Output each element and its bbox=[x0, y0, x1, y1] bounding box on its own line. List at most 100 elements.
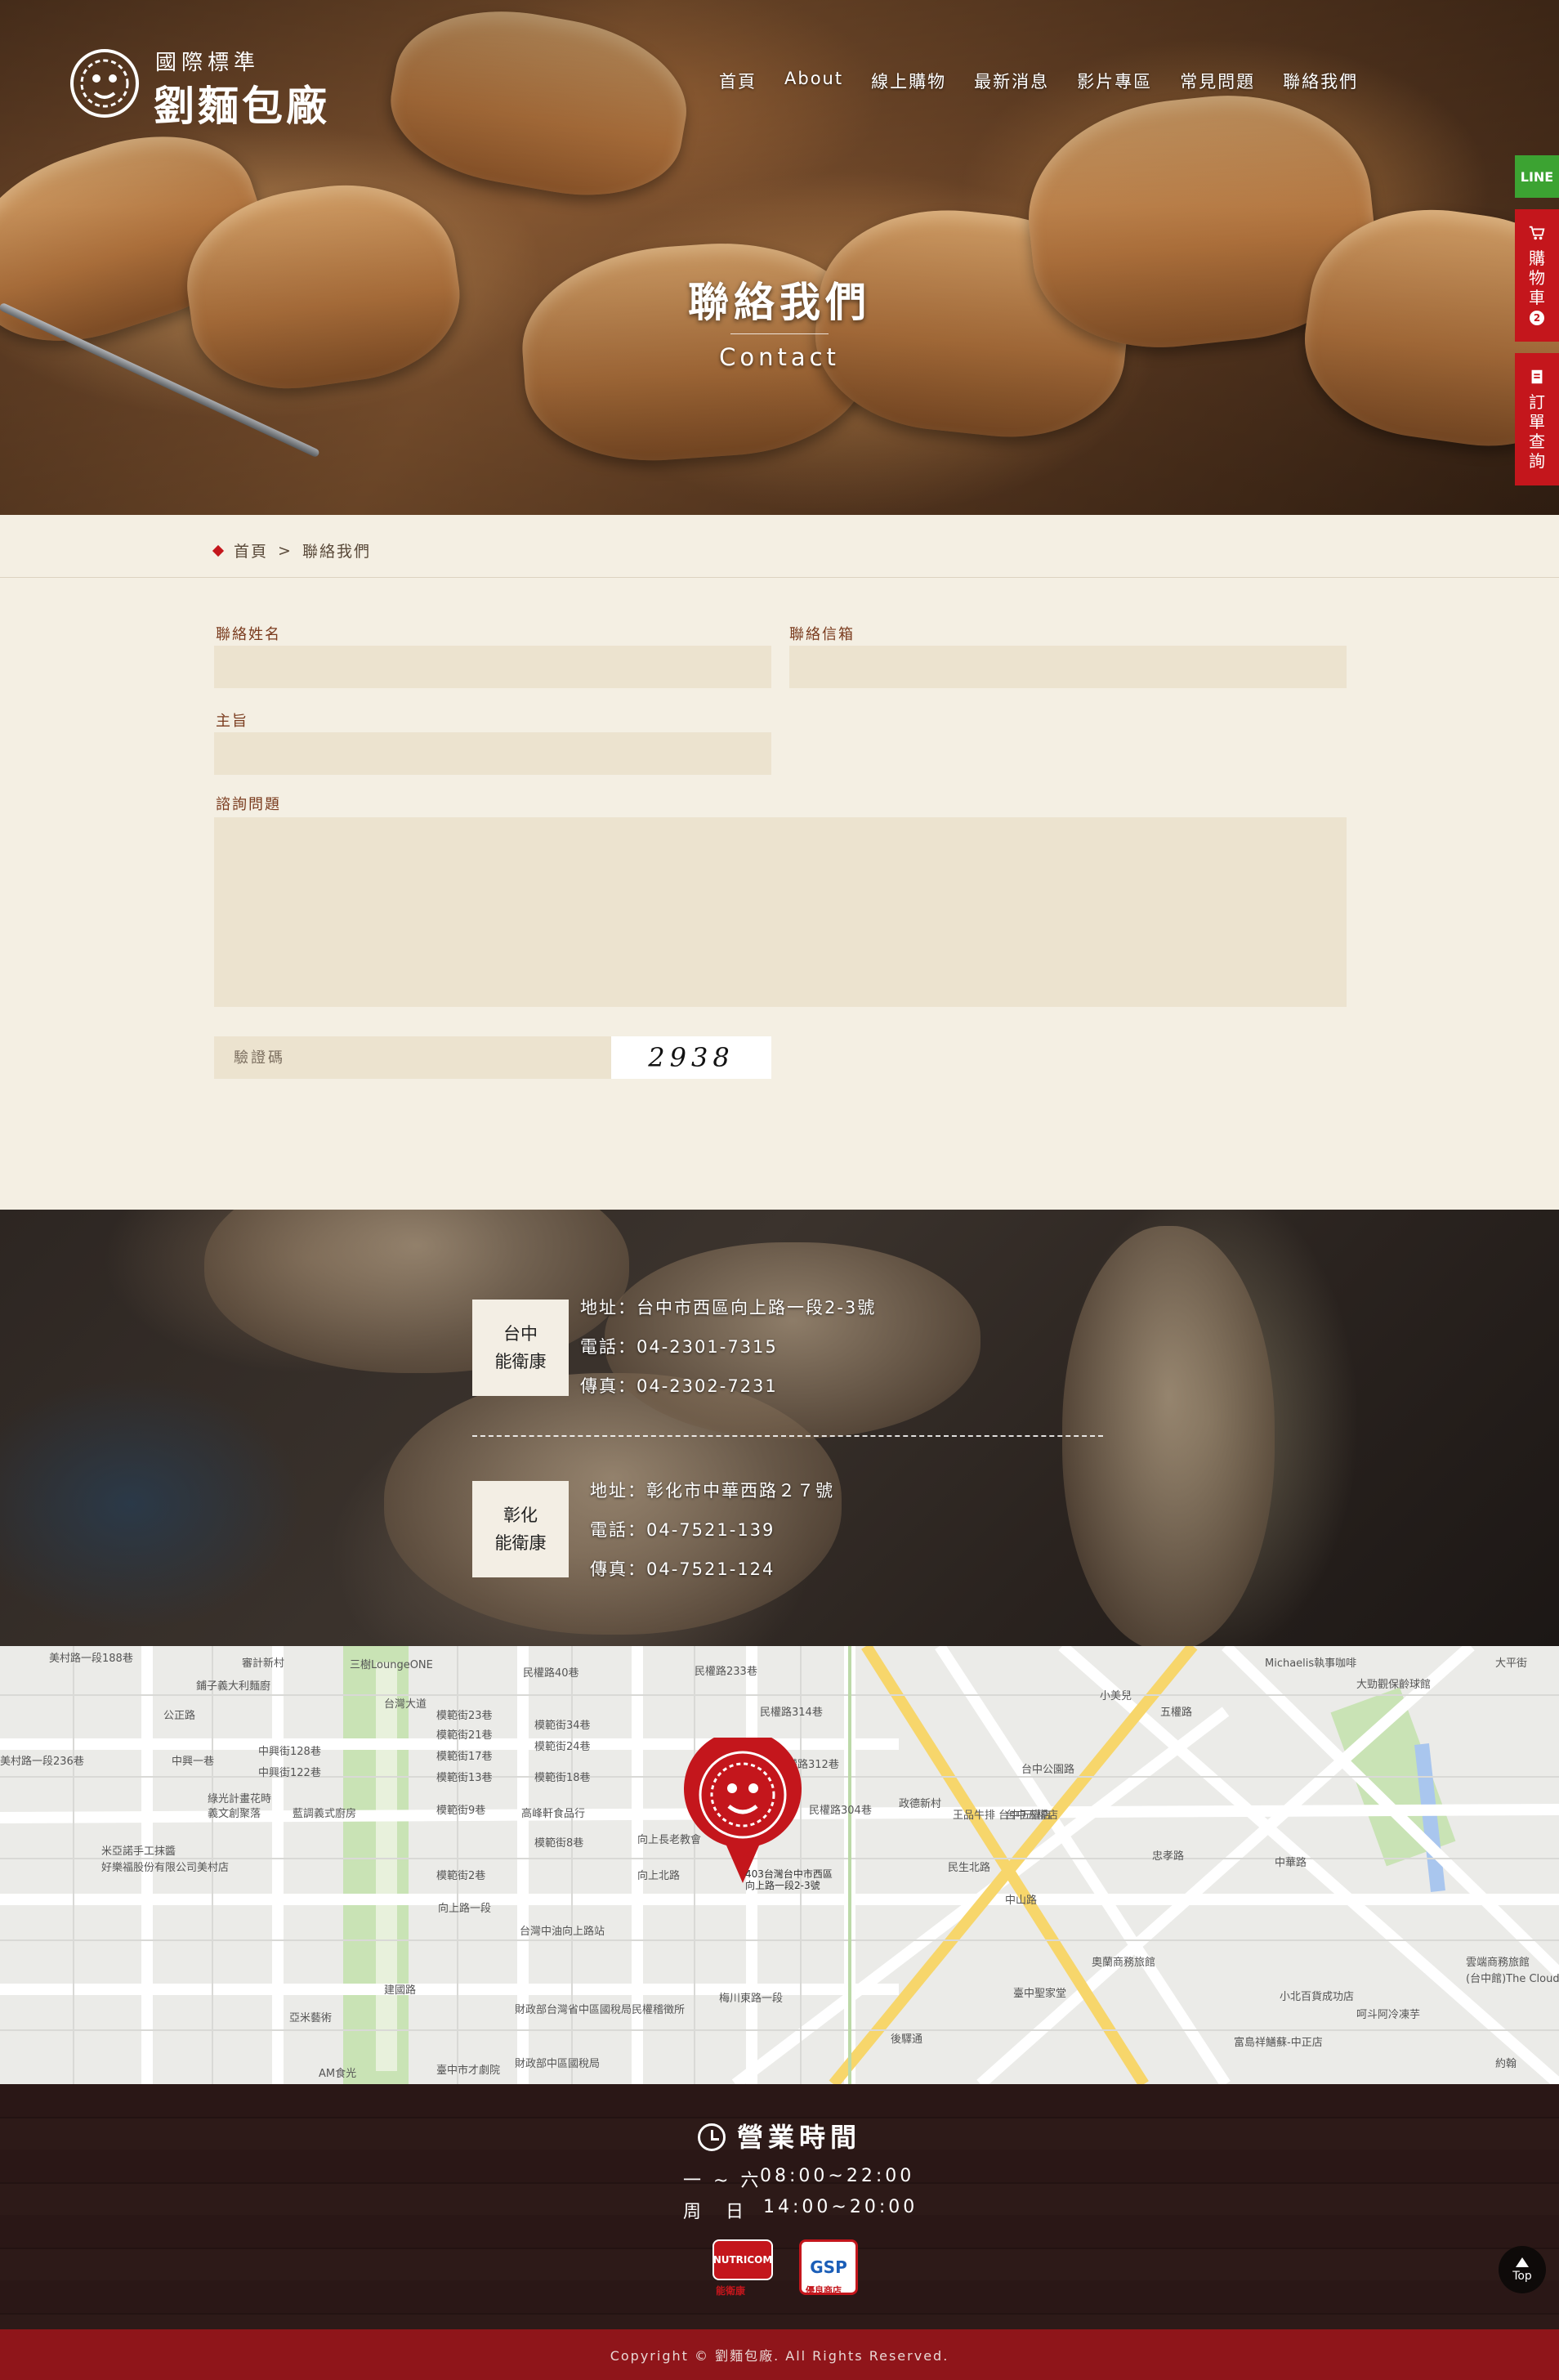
map-label: 鋪子義大利麵廚 bbox=[196, 1680, 271, 1693]
branch-changhua-phone: 電話：04-7521-139 bbox=[590, 1520, 775, 1540]
map-label: 公正路 bbox=[163, 1710, 196, 1722]
map-label: 美村路一段188巷 bbox=[49, 1653, 133, 1665]
nav-item-shop[interactable]: 線上購物 bbox=[871, 69, 946, 93]
map-label: 大勁觀保齡球館 bbox=[1356, 1679, 1432, 1691]
branch-taichung-phone: 電話：04-2301-7315 bbox=[580, 1337, 778, 1357]
breadcrumb-current: 聯絡我們 bbox=[302, 543, 371, 561]
subject-label: 主旨 bbox=[216, 713, 248, 730]
map-label: 台灣中油向上路站 bbox=[520, 1926, 605, 1938]
branch-taichung-fax: 傳真：04-2302-7231 bbox=[580, 1376, 778, 1396]
email-field[interactable] bbox=[789, 646, 1347, 688]
map-label: 台灣大道 bbox=[384, 1698, 427, 1711]
name-label: 聯絡姓名 bbox=[216, 626, 281, 643]
map-label: 模範街34巷 bbox=[534, 1720, 591, 1732]
map-label: AM食光 bbox=[319, 2068, 357, 2080]
map-label: 亞米藝術 bbox=[289, 2012, 333, 2024]
map-label: 民權路304巷 bbox=[809, 1805, 872, 1817]
nav-item-faq[interactable]: 常見問題 bbox=[1180, 69, 1255, 93]
nav-item-home[interactable]: 首頁 bbox=[719, 69, 757, 93]
back-to-top-label: Top bbox=[1512, 2269, 1532, 2283]
map-label: 美村路一段236巷 bbox=[0, 1756, 84, 1768]
copyright-text: Copyright © 劉麵包廠. All Rights Reserved. bbox=[610, 2348, 949, 2364]
document-icon bbox=[1531, 369, 1543, 384]
map-label: 義文創聚落 bbox=[208, 1808, 261, 1820]
map-label: 模範街13巷 bbox=[436, 1772, 493, 1784]
branch-changhua-fax: 傳真：04-7521-124 bbox=[590, 1559, 775, 1579]
logo[interactable]: 國際標準 劉麵包廠 bbox=[64, 42, 374, 130]
back-to-top-button[interactable]: Top bbox=[1499, 2246, 1546, 2293]
branch-divider bbox=[472, 1435, 1103, 1437]
clock-icon bbox=[697, 2123, 726, 2151]
map-label: 向上路一段 bbox=[438, 1903, 492, 1915]
arrow-up-icon bbox=[1516, 2257, 1529, 2267]
map-label: 後驛通 bbox=[891, 2033, 923, 2046]
map-label: 三樹LoungeONE bbox=[350, 1659, 433, 1671]
page-title: 聯絡我們 bbox=[688, 278, 871, 326]
map-label: (台中館)The Cloud bbox=[1466, 1973, 1559, 1985]
map-label: 呵斗阿冷凍芋 bbox=[1356, 2009, 1421, 2021]
branch-taichung-store: 能衛康 bbox=[494, 1352, 547, 1371]
map-label: 臺中市才劇院 bbox=[436, 2065, 501, 2077]
lion-emblem-icon bbox=[70, 49, 139, 118]
subject-field[interactable] bbox=[214, 732, 771, 775]
map-label: 雲端商務旅館 bbox=[1466, 1957, 1530, 1969]
map-label: 民權路314巷 bbox=[760, 1707, 823, 1719]
map-label: 約翰 bbox=[1495, 2058, 1517, 2070]
question-label: 諮詢問題 bbox=[216, 796, 281, 813]
brand-subtitle: 國際標準 bbox=[155, 51, 261, 75]
map-label: 民生北路 bbox=[948, 1862, 991, 1874]
map-label: 米亞諾手工抹醬 bbox=[101, 1845, 176, 1858]
map-label: 王品牛排 台中五權店 bbox=[953, 1810, 1052, 1822]
nutricom-badge: NUTRICOM bbox=[712, 2239, 773, 2280]
map-label: 高峰軒食品行 bbox=[521, 1808, 586, 1820]
diamond-icon bbox=[212, 544, 225, 557]
map-label: 民權路40巷 bbox=[523, 1667, 579, 1680]
nav-item-about[interactable]: About bbox=[784, 69, 843, 93]
nav-item-contact[interactable]: 聯絡我們 bbox=[1283, 69, 1358, 93]
main-nav: 首頁 About 線上購物 最新消息 影片專區 常見問題 聯絡我們 bbox=[719, 69, 1386, 93]
map-label: 建國路 bbox=[384, 1984, 417, 1997]
map-label: 模範街21巷 bbox=[436, 1729, 493, 1742]
name-field[interactable] bbox=[214, 646, 771, 688]
map-label: 模範街17巷 bbox=[436, 1751, 493, 1763]
map-label: 奧蘭商務旅館 bbox=[1092, 1957, 1156, 1969]
branch-changhua-store: 能衛康 bbox=[494, 1533, 547, 1553]
order-query-label: 訂單查詢 bbox=[1529, 392, 1545, 471]
map-label: 向上北路 bbox=[637, 1870, 681, 1882]
cart-tab[interactable]: 購物車 2 bbox=[1515, 209, 1559, 342]
cart-count-badge: 2 bbox=[1530, 311, 1544, 325]
question-textarea[interactable] bbox=[214, 817, 1347, 1007]
map-label: 好樂福股份有限公司美村店 bbox=[101, 1862, 230, 1874]
branch-changhua-address: 地址：彰化市中華西路２７號 bbox=[590, 1481, 834, 1501]
order-query-tab[interactable]: 訂單查詢 bbox=[1515, 353, 1559, 485]
nav-item-news[interactable]: 最新消息 bbox=[974, 69, 1049, 93]
map-label: 政德新村 bbox=[899, 1798, 942, 1810]
breadcrumb-divider bbox=[0, 577, 1559, 578]
map-label: 大平街 bbox=[1495, 1658, 1528, 1670]
map-label: 審計新村 bbox=[242, 1658, 285, 1670]
brand-name: 劉麵包廠 bbox=[154, 82, 330, 130]
map-label: 模範街8巷 bbox=[534, 1837, 584, 1850]
map-label: 模範街2巷 bbox=[436, 1870, 486, 1882]
marker-address-line2: 向上路一段2-3號 bbox=[745, 1880, 820, 1891]
captcha-image[interactable]: 2938 bbox=[611, 1036, 771, 1079]
sunday-label: 周 日 bbox=[683, 2202, 748, 2222]
map-label: 綠光計畫花時 bbox=[208, 1793, 272, 1805]
breadcrumb-home[interactable]: 首頁 bbox=[234, 539, 268, 561]
map-label: 中華路 bbox=[1275, 1857, 1307, 1869]
hours-heading: 營業時間 bbox=[0, 2117, 1559, 2154]
cart-icon bbox=[1529, 226, 1545, 240]
map-label: 藍調義式廚房 bbox=[293, 1808, 357, 1820]
map-label: 小美兒 bbox=[1100, 1690, 1132, 1702]
captcha-input[interactable] bbox=[214, 1036, 611, 1079]
branch-changhua-city: 彰化 bbox=[503, 1505, 538, 1525]
nutricom-caption: 能衛康 bbox=[716, 2285, 746, 2297]
map-label: 財政部台灣省中區國稅局民權稽徵所 bbox=[515, 2004, 686, 2016]
map-label: 模範街18巷 bbox=[534, 1772, 591, 1784]
map-label: 中興一巷 bbox=[172, 1756, 215, 1768]
map-marker-icon[interactable] bbox=[681, 1738, 804, 1885]
copyright-bar: Copyright © 劉麵包廠. All Rights Reserved. bbox=[0, 2329, 1559, 2380]
nav-item-videos[interactable]: 影片專區 bbox=[1077, 69, 1152, 93]
branch-taichung-city: 台中 bbox=[503, 1324, 538, 1344]
line-tab[interactable]: LINE bbox=[1515, 155, 1559, 198]
